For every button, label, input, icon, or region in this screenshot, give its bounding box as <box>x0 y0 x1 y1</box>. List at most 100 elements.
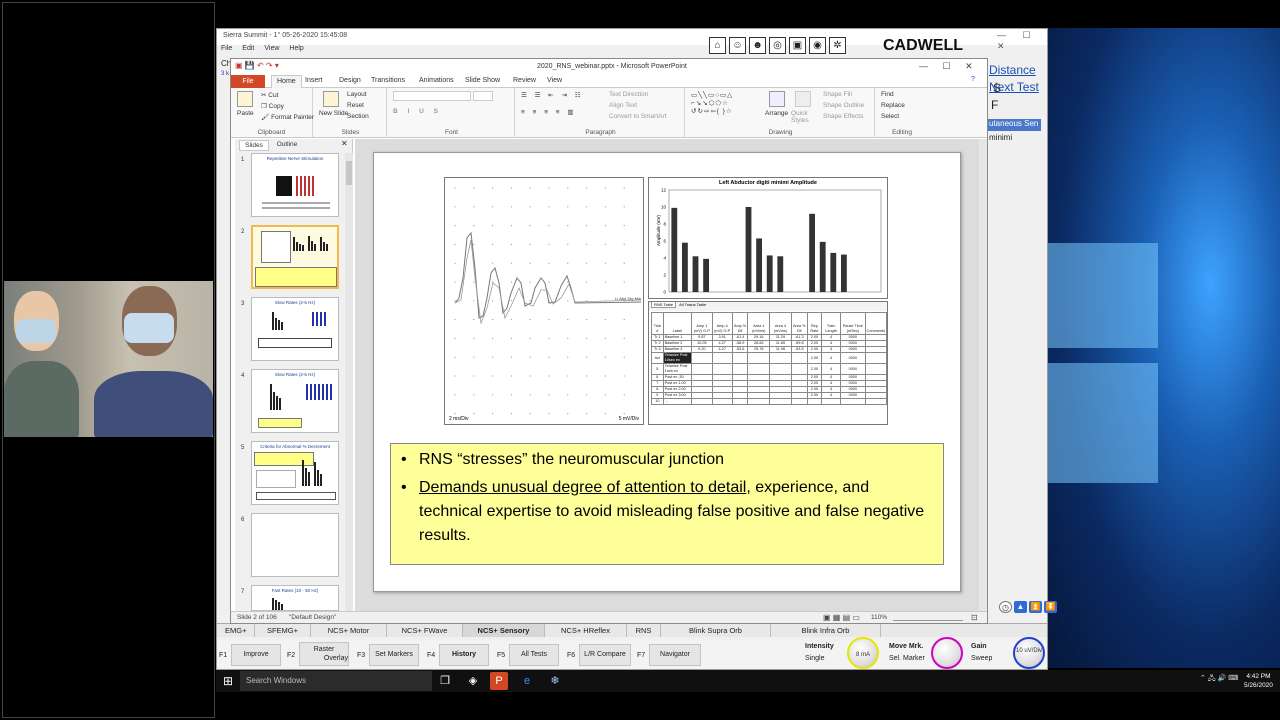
menu-view[interactable]: View <box>264 45 279 52</box>
home-icon[interactable]: ⌂ <box>709 37 726 54</box>
find-button[interactable]: Find <box>881 91 894 98</box>
tab-slides[interactable]: Slides <box>239 140 269 151</box>
menu-edit[interactable]: Edit <box>242 45 254 52</box>
table-row[interactable]: 5 Tetanize Post 1min ex 2.00 4 0000 <box>651 363 887 375</box>
intensity-knob[interactable]: 8 mA <box>847 637 879 669</box>
tab-blink-supra[interactable]: Blink Supra Orb <box>661 624 771 637</box>
sierra-window-controls[interactable]: — ☐ ✕ <box>997 30 1047 52</box>
slide-thumbnail-3[interactable]: Slow Rates (2-5 Hz) <box>251 297 339 361</box>
tab-review[interactable]: Review <box>513 77 536 84</box>
raster-overlay-button[interactable]: Raster Overlay <box>299 642 349 666</box>
slide-thumbnail-1[interactable]: Repetitive Nerve Stimulation <box>251 153 339 217</box>
arrange-icon[interactable] <box>769 91 785 107</box>
slide-thumbnail-7[interactable]: Fast Rates (10 - 50 Hz) <box>251 585 339 611</box>
font-format-buttons[interactable]: B I U S <box>393 108 442 115</box>
slide-thumbnail-6[interactable] <box>251 513 339 577</box>
tab-blink-infra[interactable]: Blink Infra Orb <box>771 624 881 637</box>
current-slide[interactable]: Lt Abd Dig Min 2 ms/Div 5 mV/Div Left Ab… <box>373 152 961 592</box>
menu-help[interactable]: Help <box>289 45 303 52</box>
edge-icon[interactable]: e <box>518 672 536 690</box>
slide-vertical-scrollbar[interactable] <box>979 139 987 611</box>
zoom-slider[interactable] <box>893 613 963 621</box>
tab-animations[interactable]: Animations <box>419 77 454 84</box>
double-down-icon[interactable]: ⏬ <box>1044 601 1057 613</box>
up-arrow-icon[interactable]: ▲ <box>1014 601 1027 613</box>
text-direction-button[interactable]: Text Direction <box>609 91 648 98</box>
double-up-icon[interactable]: ⏫ <box>1029 601 1042 613</box>
tab-ncs-hreflex[interactable]: NCS+ HReflex <box>545 624 627 637</box>
cutaneous-sensory-tab[interactable]: utaneous Sen <box>987 119 1041 131</box>
reset-button[interactable]: Reset <box>347 102 364 109</box>
help-icon[interactable]: ? <box>971 76 975 83</box>
quick-styles-icon[interactable] <box>795 91 811 107</box>
tab-emg[interactable]: EMG+ <box>217 624 255 637</box>
layout-button[interactable]: Layout <box>347 91 367 98</box>
tab-insert[interactable]: Insert <box>305 77 323 84</box>
tab-design[interactable]: Design <box>339 77 361 84</box>
shape-outline-button[interactable]: Shape Outline <box>823 102 864 109</box>
font-size-box[interactable] <box>473 91 493 101</box>
windows-start-icon[interactable]: ⊞ <box>220 673 236 689</box>
slide-thumbnail-4[interactable]: Slow Rates (2-5 Hz) <box>251 369 339 433</box>
group-icon[interactable]: ☻ <box>749 37 766 54</box>
paste-icon[interactable] <box>237 91 253 107</box>
system-tray[interactable]: ⌃ 🖧 🔊 ⌨ <box>1200 674 1238 685</box>
font-name-box[interactable] <box>393 91 471 101</box>
arrange-button[interactable]: Arrange <box>765 110 788 117</box>
slides-panel-scroll-thumb[interactable] <box>346 161 352 185</box>
improve-button[interactable]: Improve <box>231 644 281 666</box>
tab-ncs-motor[interactable]: NCS+ Motor <box>311 624 387 637</box>
view-buttons[interactable]: ▣ ▦ ▤ ▭ <box>823 613 860 622</box>
close-icon[interactable]: ✕ <box>341 139 348 148</box>
new-slide-button[interactable]: New Slide <box>319 110 349 117</box>
shapes-gallery[interactable]: ▭╲╲▭○▭△ ⌐↘↘⬡⬠☆ ↺↻⇨⇦{ }☆ <box>691 91 733 115</box>
gear-icon[interactable]: ✲ <box>829 37 846 54</box>
shape-fill-button[interactable]: Shape Fill <box>823 91 852 98</box>
marker-knob[interactable] <box>931 637 963 669</box>
patient-icon[interactable]: ☺ <box>729 37 746 54</box>
target-icon[interactable]: ◉ <box>809 37 826 54</box>
menu-file[interactable]: File <box>221 45 232 52</box>
tab-all-trains-table[interactable]: All Trains Table <box>677 302 708 307</box>
search-windows-box[interactable]: Search Windows <box>240 671 432 691</box>
shape-effects-button[interactable]: Shape Effects <box>823 113 863 120</box>
tab-file[interactable]: File <box>231 75 265 88</box>
tab-outline[interactable]: Outline <box>271 140 303 151</box>
set-markers-button[interactable]: Set Markers <box>369 644 419 666</box>
globe-icon[interactable]: ◎ <box>769 37 786 54</box>
format-painter-button[interactable]: 🖌 Format Painter <box>261 113 314 121</box>
tab-home[interactable]: Home <box>271 75 302 88</box>
camera-icon[interactable]: ▣ <box>789 37 806 54</box>
paste-button[interactable]: Paste <box>237 110 254 117</box>
clock-icon[interactable]: ◷ <box>999 601 1012 613</box>
tab-sfemg[interactable]: SFEMG+ <box>255 624 311 637</box>
replace-button[interactable]: Replace <box>881 102 905 109</box>
slides-panel-scrollbar[interactable] <box>345 153 353 611</box>
ppt-window-controls[interactable]: — ☐ ✕ <box>919 61 973 72</box>
cut-button[interactable]: ✂ Cut <box>261 91 278 99</box>
tab-ncs-sensory[interactable]: NCS+ Sensory <box>463 624 545 637</box>
slide-thumbnail-5[interactable]: Criteria for Abnormal % Decrement <box>251 441 339 505</box>
tab-slide-show[interactable]: Slide Show <box>465 77 500 84</box>
lr-compare-button[interactable]: L/R Compare <box>579 644 631 666</box>
fit-slide-icon[interactable]: ⊡ <box>971 613 978 622</box>
quick-styles-button[interactable]: Quick Styles <box>791 110 817 124</box>
history-button[interactable]: History <box>439 644 489 666</box>
all-tests-button[interactable]: All Tests <box>509 644 559 666</box>
align-text-button[interactable]: Align Text <box>609 102 637 109</box>
select-button[interactable]: Select <box>881 113 899 120</box>
app-icon-sierra[interactable]: ◈ <box>464 672 482 690</box>
distance-link[interactable]: Distance <box>989 63 1036 77</box>
align-buttons[interactable]: ≡ ≡ ≡ ≡ ▥ <box>521 108 577 116</box>
tab-rns[interactable]: RNS <box>627 624 661 637</box>
tab-view[interactable]: View <box>547 77 562 84</box>
section-button[interactable]: Section <box>347 113 369 120</box>
list-buttons[interactable]: ☰ ☰ ⇤ ⇥ ☷ <box>521 91 584 99</box>
powerpoint-icon[interactable]: P <box>490 672 508 690</box>
slide-bullet-textbox[interactable]: RNS “stresses” the neuromuscular junctio… <box>390 443 944 565</box>
next-test-link[interactable]: Next Test <box>989 80 1039 94</box>
tab-rns-table[interactable]: RNS Table <box>651 302 677 308</box>
quick-access-toolbar[interactable]: ▣ 💾 ↶ ↷ ▾ <box>235 61 279 70</box>
navigator-button[interactable]: Navigator <box>649 644 701 666</box>
taskbar-clock[interactable]: 4:42 PM 5/26/2020 <box>1244 672 1273 690</box>
